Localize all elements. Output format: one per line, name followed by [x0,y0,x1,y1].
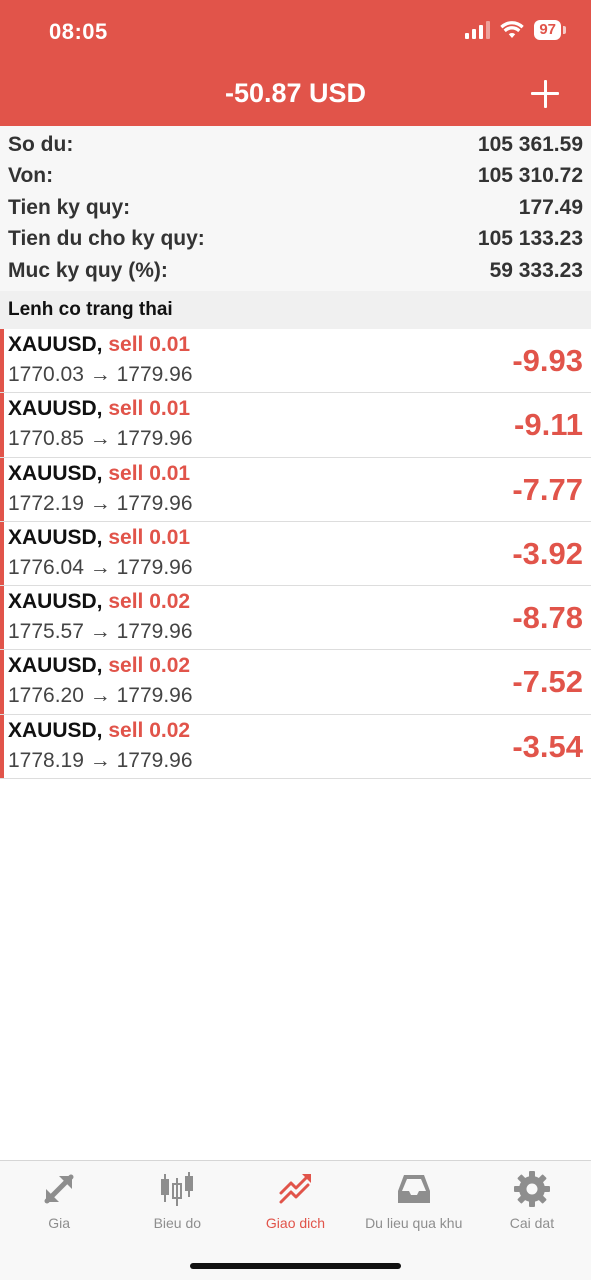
position-row[interactable]: XAUUSD, sell 0.01 1770.03 → 1779.96 -9.9… [0,329,591,394]
summary-label: Tien ky quy: [8,195,131,219]
position-symbol: XAUUSD, [8,333,103,356]
tab-label: Gia [48,1215,70,1231]
position-side: sell 0.02 [108,654,191,678]
arrow-right-icon: → [89,620,111,644]
position-side: sell 0.02 [108,718,191,742]
position-current-price: 1779.96 [116,748,193,772]
position-profit: -8.78 [512,600,583,636]
gear-icon [513,1171,550,1207]
position-current-price: 1779.96 [116,684,193,708]
position-row[interactable]: XAUUSD, sell 0.02 1778.19 → 1779.96 -3.5… [0,714,591,780]
candlestick-icon [161,1172,194,1206]
position-row[interactable]: XAUUSD, sell 0.02 1775.57 → 1779.96 -8.7… [0,586,591,651]
arrow-right-icon: → [89,491,111,515]
position-row[interactable]: XAUUSD, sell 0.01 1776.04 → 1779.96 -3.9… [0,521,591,587]
home-indicator [190,1263,401,1269]
summary-value: 105 133.23 [477,227,583,251]
position-open-price: 1770.85 [8,427,84,451]
add-order-button[interactable] [527,76,563,112]
arrow-right-icon: → [89,684,111,708]
summary-row-margin: Tien ky quy: 177.49 [0,192,591,224]
position-side: sell 0.01 [108,397,191,421]
position-symbol: XAUUSD, [8,654,103,678]
summary-value: 105 361.59 [477,132,583,156]
summary-label: So du: [8,132,74,156]
position-current-price: 1779.96 [116,555,193,579]
position-open-price: 1770.03 [8,363,84,386]
tab-label: Du lieu qua khu [365,1215,463,1231]
position-current-price: 1779.96 [116,427,193,451]
cellular-signal-icon [465,21,491,39]
summary-row-balance: So du: 105 361.59 [0,129,591,161]
position-side: sell 0.01 [108,525,191,549]
summary-value: 59 333.23 [489,258,583,282]
position-row[interactable]: XAUUSD, sell 0.02 1776.20 → 1779.96 -7.5… [0,650,591,715]
position-symbol: XAUUSD, [8,590,103,614]
summary-label: Muc ky quy (%): [8,258,168,282]
position-open-price: 1778.19 [8,748,84,772]
arrow-right-icon: → [89,427,111,451]
position-current-price: 1779.96 [116,491,193,515]
quotes-icon [44,1174,74,1204]
position-profit: -3.54 [512,728,583,764]
position-open-price: 1772.19 [8,491,84,515]
tab-history[interactable]: Du lieu qua khu [355,1169,473,1249]
tab-label: Giao dich [265,1215,326,1231]
trade-icon [279,1174,311,1204]
arrow-right-icon: → [89,363,111,386]
arrow-right-icon: → [89,748,111,772]
open-positions-header: Lenh co trang thai [0,291,591,329]
tab-chart[interactable]: Bieu do [118,1169,236,1249]
battery-icon: 97 [534,20,566,40]
status-icons: 97 [465,20,566,40]
position-profit: -9.93 [512,343,583,378]
position-side: sell 0.01 [108,333,191,356]
position-symbol: XAUUSD, [8,718,103,742]
position-profit: -9.11 [514,407,583,443]
page-title: -50.87 USD [224,78,367,108]
account-summary: So du: 105 361.59 Von: 105 310.72 Tien k… [0,126,591,293]
position-profit: -7.52 [512,664,583,700]
position-current-price: 1779.96 [116,620,193,644]
status-time: 08:05 [49,19,108,44]
history-inbox-icon [397,1175,430,1203]
arrow-right-icon: → [89,555,111,579]
position-side: sell 0.01 [108,461,191,485]
summary-row-free-margin: Tien du cho ky quy: 105 133.23 [0,224,591,256]
summary-label: Von: [8,164,54,188]
summary-value: 177.49 [518,195,583,219]
bottom-tab-bar: Gia Bieu do Giao dich Du lieu qua khu Ca… [0,1160,591,1280]
position-symbol: XAUUSD, [8,397,103,421]
tab-label: Bieu do [153,1215,202,1231]
position-open-price: 1776.04 [8,555,84,579]
position-profit: -7.77 [512,471,583,507]
tab-label: Cai dat [509,1215,555,1231]
position-open-price: 1776.20 [8,684,84,708]
position-current-price: 1779.96 [116,363,193,386]
wifi-icon [500,21,525,38]
position-open-price: 1775.57 [8,620,84,644]
summary-row-margin-level: Muc ky quy (%): 59 333.23 [0,255,591,287]
tab-settings[interactable]: Cai dat [473,1169,591,1249]
position-side: sell 0.02 [108,590,191,614]
position-symbol: XAUUSD, [8,461,103,485]
summary-label: Tien du cho ky quy: [8,227,205,251]
position-row[interactable]: XAUUSD, sell 0.01 1770.85 → 1779.96 -9.1… [0,393,591,458]
position-symbol: XAUUSD, [8,525,103,549]
tab-trade[interactable]: Giao dich [236,1169,354,1249]
summary-value: 105 310.72 [477,164,583,188]
app-header: 08:05 97 -50.87 USD [0,0,591,126]
position-row[interactable]: XAUUSD, sell 0.01 1772.19 → 1779.96 -7.7… [0,457,591,522]
open-positions-list: XAUUSD, sell 0.01 1770.03 → 1779.96 -9.9… [0,329,591,780]
position-profit: -3.92 [512,535,583,571]
summary-row-equity: Von: 105 310.72 [0,161,591,193]
tab-quotes[interactable]: Gia [0,1169,118,1249]
